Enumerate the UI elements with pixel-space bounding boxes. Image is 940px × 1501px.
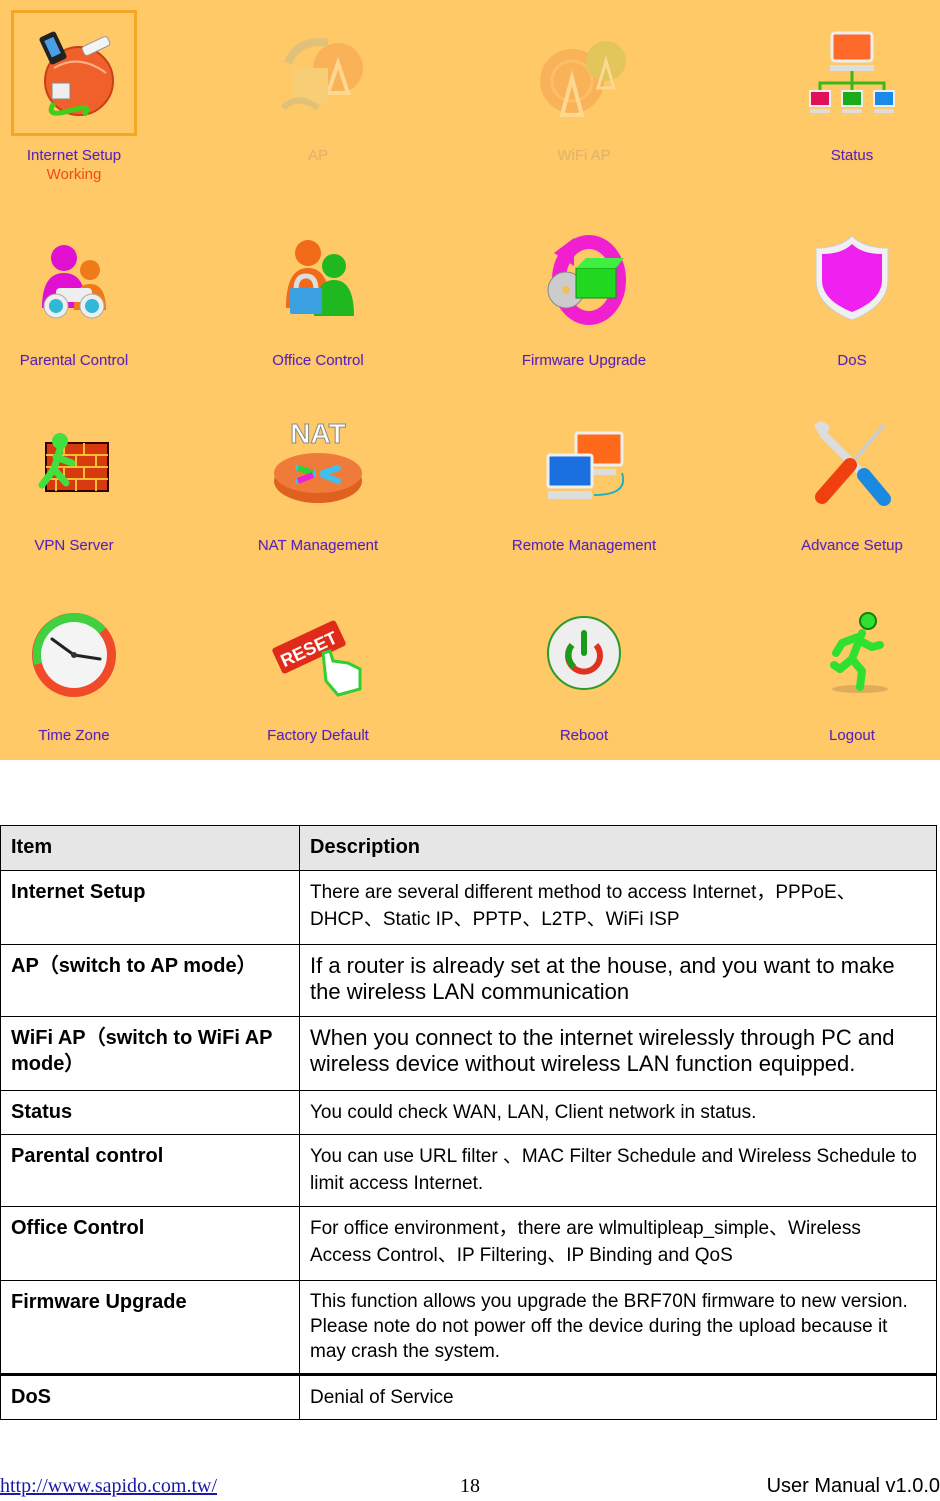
row-description: There are several different method to ac… [299,870,937,945]
wifi-ap-antenna-icon [540,41,626,117]
tile-vpn-server[interactable]: VPN Server [0,400,184,555]
page-footer: http://www.sapido.com.tw/ 18 User Manual… [0,1475,940,1501]
row-description: If a router is already set at the house,… [299,944,937,1017]
row-item: Status [0,1090,300,1135]
row-item: AP（switch to AP mode） [0,944,300,1017]
page-number: 18 [460,1475,480,1497]
tile-label: VPN Server [34,537,114,554]
row-description: For office environment，there are wlmulti… [299,1206,937,1281]
tile-label: Advance Setup [801,537,903,554]
tile-label: Office Control [272,352,364,369]
tile-dos[interactable]: DoS [742,215,940,370]
tile-label: DoS [837,352,867,369]
shield-icon [815,235,889,321]
tile-label: Internet Setup [26,147,122,164]
table-row: DoS Denial of Service [0,1373,937,1420]
clock-icon [32,613,116,697]
tile-label: Remote Management [511,537,657,554]
row-item: Internet Setup [0,870,300,945]
office-users-lock-icon [286,240,354,316]
table-row: Firmware Upgrade This function allows yo… [0,1280,937,1375]
row-item: Office Control [0,1206,300,1281]
tile-label: Time Zone [38,727,110,744]
column-header-description: Description [299,825,937,871]
remote-computers-icon [546,431,625,499]
tile-advance-setup[interactable]: Advance Setup [742,400,940,555]
tile-label: Parental Control [19,352,129,369]
table-row: AP（switch to AP mode） If a router is alr… [0,944,937,1017]
tile-wifi-ap[interactable]: WiFi AP [474,10,694,165]
tile-ap[interactable]: AP [208,10,428,165]
column-header-item: Item [0,825,300,871]
router-menu-panel: Internet Setup Working AP WiFi AP Status… [0,0,940,760]
table-row: Parental control You can use URL filter … [0,1134,937,1207]
wrench-screwdriver-icon [814,421,891,506]
website-link[interactable]: http://www.sapido.com.tw/ [0,1475,217,1498]
tile-logout[interactable]: Logout [742,590,940,745]
tile-label: AP [307,147,328,164]
tile-office-control[interactable]: Office Control [208,215,428,370]
tile-nat-management[interactable]: NAT NAT Management [208,400,428,555]
firewall-runner-icon [38,433,109,492]
reset-button-hand-icon: RESET [272,620,362,697]
tile-factory-default[interactable]: RESET Factory Default [208,590,428,745]
svg-text:NAT: NAT [290,418,345,449]
internet-setup-globe-icon [39,31,114,117]
tile-label: NAT Management [257,537,379,554]
nat-router-icon: NAT [274,418,362,503]
tile-label: Factory Default [267,727,369,744]
table-row: Office Control For office environment，th… [0,1206,937,1281]
tile-label: Status [830,147,874,164]
table-row: Status You could check WAN, LAN, Client … [0,1090,937,1135]
tile-status[interactable]: Status [742,10,940,165]
parental-binoculars-icon [42,245,106,319]
row-item: Parental control [0,1134,300,1207]
tile-remote-management[interactable]: Remote Management [474,400,694,555]
row-description: You can use URL filter 、MAC Filter Sched… [299,1134,937,1207]
tile-reboot[interactable]: Reboot [474,590,694,745]
row-description: When you connect to the internet wireles… [299,1016,937,1091]
running-man-icon [830,612,888,693]
tile-label: Logout [829,727,875,744]
network-status-icon [809,31,895,113]
table-row: Internet Setup There are several differe… [0,870,937,945]
row-description: You could check WAN, LAN, Client network… [299,1090,937,1135]
tile-label: Reboot [559,727,609,744]
table-row: WiFi AP（switch to WiFi AP mode） When you… [0,1016,937,1091]
row-item: DoS [0,1373,300,1420]
feature-description-table: Item Description Internet Setup There ar… [0,825,937,1420]
power-icon [547,616,621,690]
tile-time-zone[interactable]: Time Zone [0,590,184,745]
row-item: Firmware Upgrade [0,1280,300,1375]
tile-firmware-upgrade[interactable]: Firmware Upgrade [474,215,694,370]
tile-status-working: Working [46,166,102,183]
row-description: This function allows you upgrade the BRF… [299,1280,937,1375]
row-description: Denial of Service [299,1373,937,1420]
ap-antenna-icon [280,38,363,111]
tile-parental-control[interactable]: Parental Control [0,215,184,370]
firmware-box-disc-icon [547,235,626,325]
manual-version: User Manual v1.0.0 [766,1475,940,1497]
tile-internet-setup[interactable]: Internet Setup Working [0,10,184,184]
row-item: WiFi AP（switch to WiFi AP mode） [0,1016,300,1091]
tile-label: Firmware Upgrade [521,352,647,369]
table-header-row: Item Description [0,825,937,871]
tile-label: WiFi AP [557,147,611,164]
